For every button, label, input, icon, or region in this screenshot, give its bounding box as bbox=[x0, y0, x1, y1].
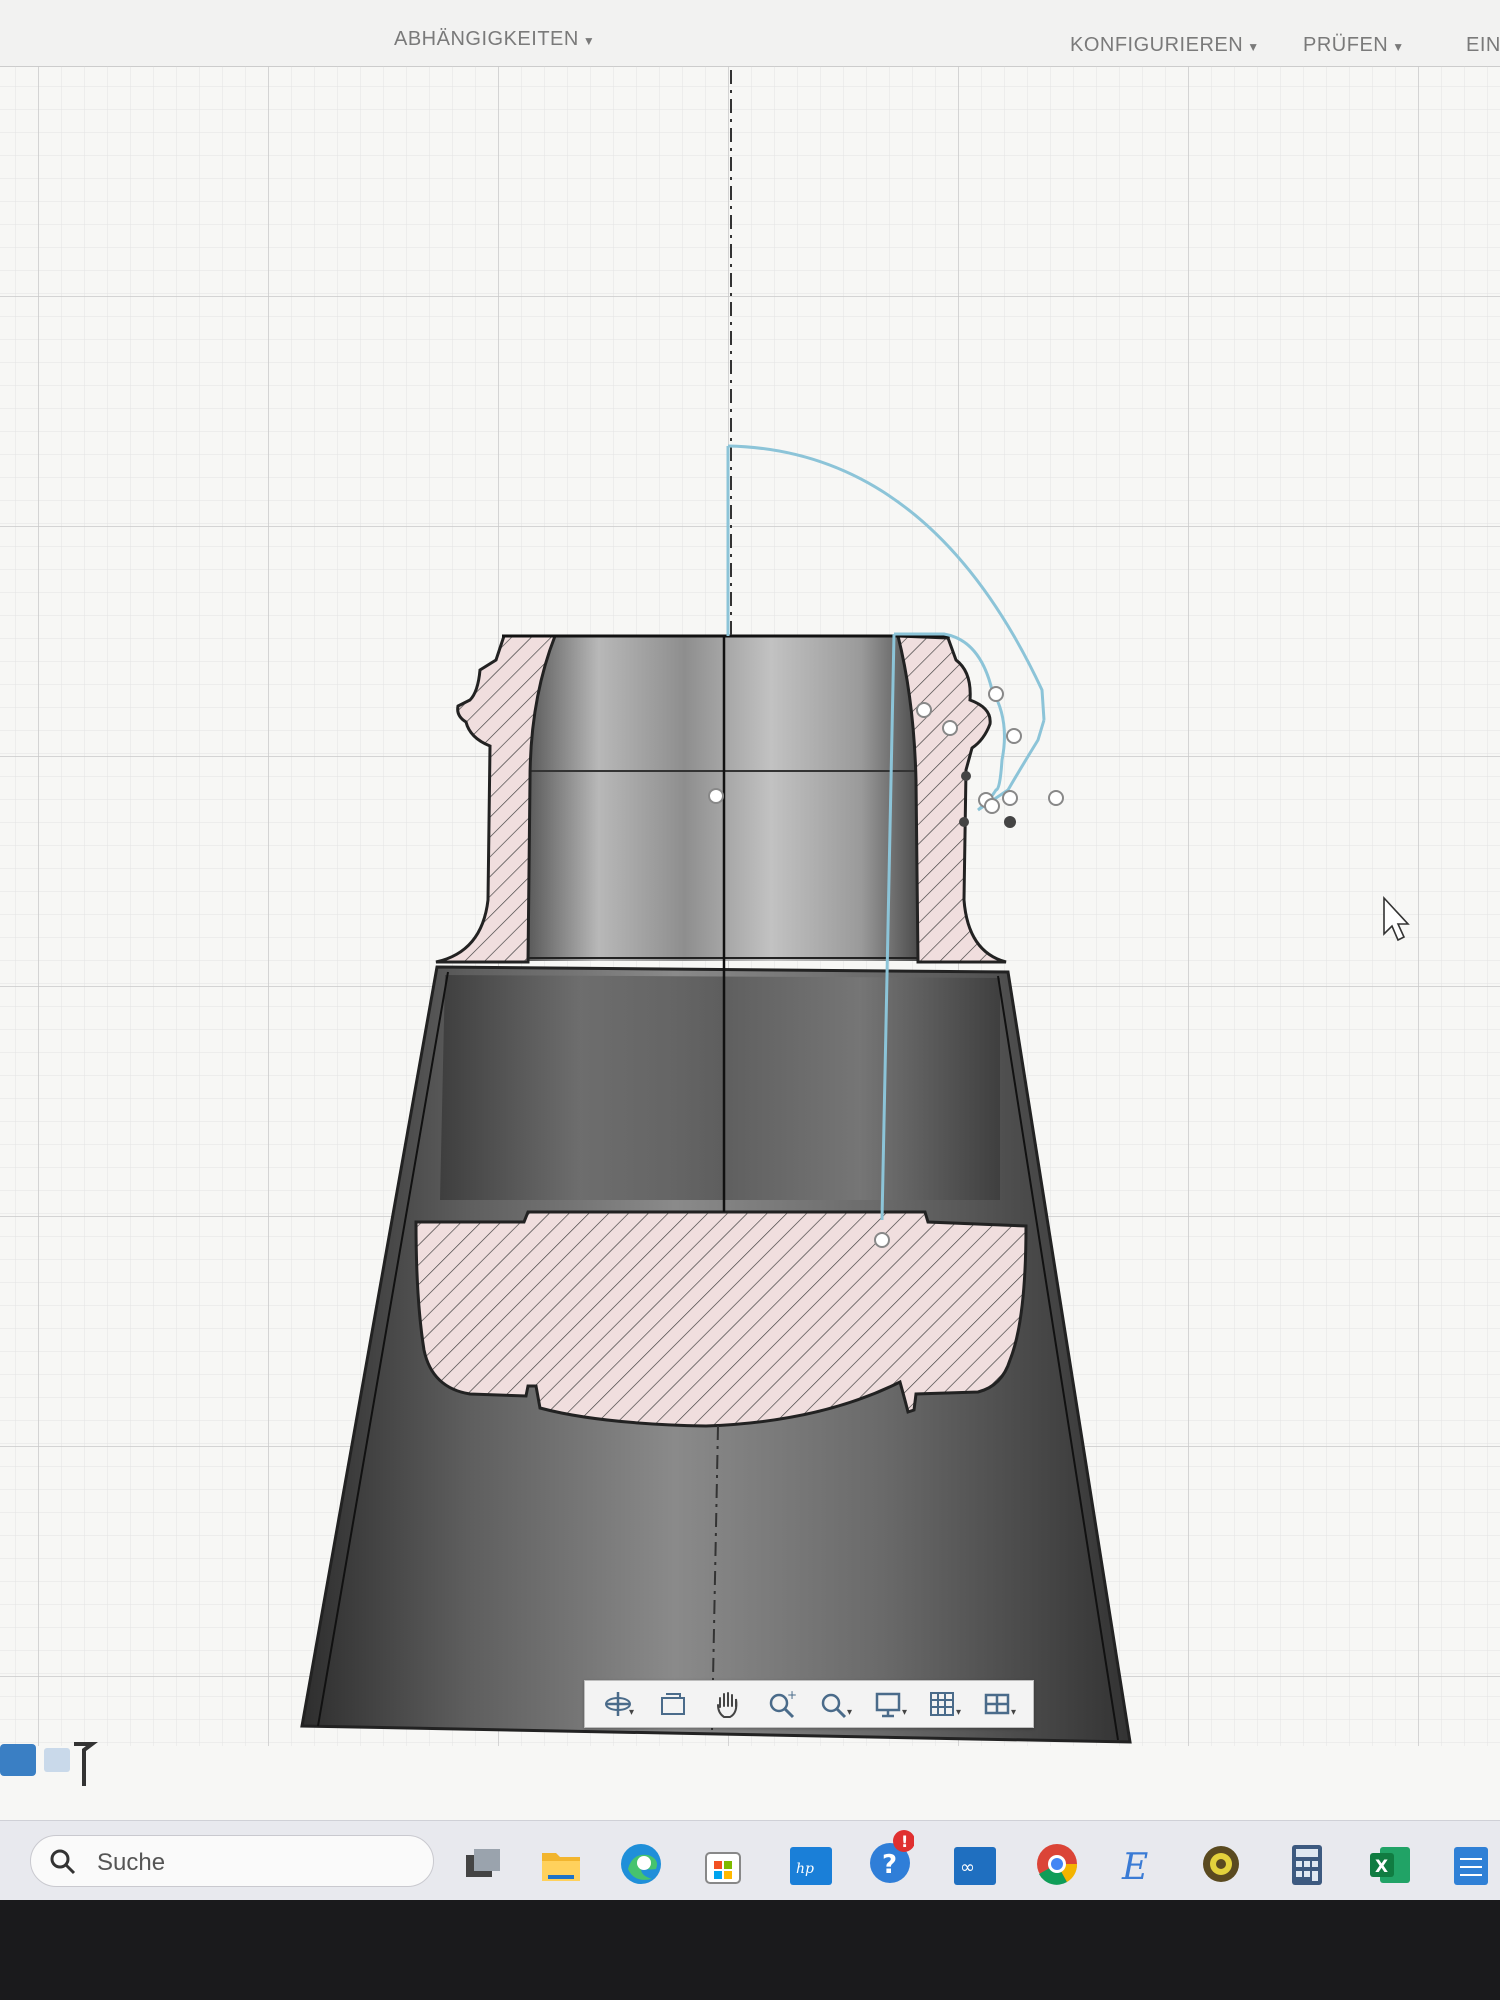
chrome-icon[interactable] bbox=[1034, 1841, 1080, 1887]
sketch-point[interactable] bbox=[1004, 816, 1016, 828]
zoom-window-icon: ▾ bbox=[822, 1693, 852, 1719]
settings-icon[interactable] bbox=[1198, 1841, 1244, 1887]
svg-text:E: E bbox=[1121, 1847, 1148, 1887]
grid-settings-button[interactable]: ▾ bbox=[925, 1686, 965, 1722]
zoom-window-button[interactable]: ▾ bbox=[816, 1686, 856, 1722]
sketch-point[interactable] bbox=[984, 798, 1000, 814]
svg-text:▾: ▾ bbox=[847, 1707, 852, 1718]
section-hatch-disc bbox=[414, 1210, 1028, 1428]
sketch-point[interactable] bbox=[942, 720, 958, 736]
navigation-bar: ▾ + ▾ ▾ ▾ ▾ bbox=[584, 1680, 1034, 1728]
chevron-down-icon: ▼ bbox=[582, 34, 596, 48]
cone-inner-band bbox=[440, 975, 1000, 1200]
notepad-icon[interactable] bbox=[1448, 1841, 1494, 1887]
konfigurieren-menu[interactable]: KONFIGURIEREN ▼ bbox=[1070, 34, 1260, 57]
task-view-icon[interactable] bbox=[460, 1841, 506, 1887]
look-at-icon bbox=[660, 1693, 685, 1715]
store-icon[interactable] bbox=[700, 1841, 746, 1887]
sketch-point[interactable] bbox=[708, 788, 724, 804]
sketch-point[interactable] bbox=[874, 1232, 890, 1248]
edge-icon[interactable] bbox=[618, 1841, 664, 1887]
abhaengigkeiten-label: ABHÄNGIGKEITEN bbox=[394, 28, 579, 50]
svg-text:∞: ∞ bbox=[960, 1857, 975, 1878]
svg-text:X: X bbox=[1375, 1857, 1388, 1877]
timeline-icons bbox=[0, 1742, 98, 1786]
sketch-point[interactable] bbox=[959, 817, 969, 827]
sketch-point[interactable] bbox=[961, 771, 971, 781]
svg-text:▾: ▾ bbox=[1011, 1707, 1016, 1718]
pruefen-menu[interactable]: PRÜFEN ▼ bbox=[1303, 34, 1405, 57]
svg-text:▾: ▾ bbox=[629, 1707, 634, 1718]
zoom-button[interactable]: + bbox=[762, 1686, 802, 1722]
svg-text:▾: ▾ bbox=[956, 1707, 961, 1718]
einfuegen-label: EIN bbox=[1466, 34, 1500, 56]
taskbar-search-box[interactable]: Suche bbox=[30, 1835, 434, 1887]
viewports-icon: ▾ bbox=[984, 1693, 1016, 1718]
timeline-marker-icon[interactable] bbox=[74, 1742, 98, 1786]
sketch-point[interactable] bbox=[1002, 790, 1018, 806]
myhp-icon[interactable]: hp bbox=[788, 1841, 834, 1887]
konfigurieren-label: KONFIGURIEREN bbox=[1070, 34, 1244, 56]
orbit-icon: ▾ bbox=[605, 1692, 634, 1718]
search-icon bbox=[50, 1849, 76, 1875]
cad-viewport[interactable] bbox=[0, 66, 1500, 1746]
sketch-point[interactable] bbox=[988, 686, 1004, 702]
sketch-point[interactable] bbox=[1048, 790, 1064, 806]
e-app-icon[interactable]: E bbox=[1114, 1841, 1160, 1887]
excel-icon[interactable]: X bbox=[1366, 1841, 1412, 1887]
svg-text:hp: hp bbox=[796, 1861, 814, 1877]
svg-text:▾: ▾ bbox=[902, 1707, 907, 1718]
zoom-icon: + bbox=[769, 1689, 797, 1719]
timeline-feature-icon[interactable] bbox=[44, 1748, 70, 1772]
look-at-button[interactable] bbox=[653, 1686, 693, 1722]
arduino-icon[interactable]: ∞ bbox=[952, 1841, 998, 1887]
ribbon-toolbar: ABHÄNGIGKEITEN ▼ KONFIGURIEREN ▼ PRÜFEN ▼ E… bbox=[0, 0, 1500, 67]
svg-text:?: ? bbox=[882, 1850, 897, 1880]
calculator-icon[interactable] bbox=[1284, 1841, 1330, 1887]
svg-text:!: ! bbox=[901, 1832, 908, 1851]
chevron-down-icon: ▼ bbox=[1392, 40, 1405, 54]
pan-button[interactable] bbox=[707, 1686, 747, 1722]
svg-text:+: + bbox=[787, 1689, 797, 1702]
help-icon[interactable]: ?! bbox=[868, 1829, 914, 1887]
sketch-point[interactable] bbox=[916, 702, 932, 718]
monitor-bezel bbox=[0, 1900, 1500, 2000]
display-settings-icon: ▾ bbox=[875, 1692, 907, 1718]
file-explorer-icon[interactable] bbox=[538, 1841, 584, 1887]
viewports-button[interactable]: ▾ bbox=[980, 1686, 1020, 1722]
desktop-screen: ABHÄNGIGKEITEN ▼ KONFIGURIEREN ▼ PRÜFEN ▼ E… bbox=[0, 0, 1500, 1900]
windows-taskbar: Suche hp ?! ∞ E X bbox=[0, 1820, 1500, 1900]
orbit-button[interactable]: ▾ bbox=[598, 1686, 638, 1722]
pruefen-label: PRÜFEN bbox=[1303, 34, 1389, 56]
grid-settings-icon: ▾ bbox=[930, 1692, 961, 1718]
display-settings-button[interactable]: ▾ bbox=[871, 1686, 911, 1722]
pan-icon bbox=[717, 1692, 738, 1718]
sketch-point[interactable] bbox=[1006, 728, 1022, 744]
chevron-down-icon: ▼ bbox=[1247, 40, 1260, 54]
search-placeholder: Suche bbox=[97, 1849, 166, 1876]
abhaengigkeiten-menu[interactable]: ABHÄNGIGKEITEN ▼ bbox=[394, 28, 595, 51]
timeline-feature-icon[interactable] bbox=[0, 1744, 36, 1776]
einfuegen-menu[interactable]: EIN bbox=[1466, 34, 1500, 57]
